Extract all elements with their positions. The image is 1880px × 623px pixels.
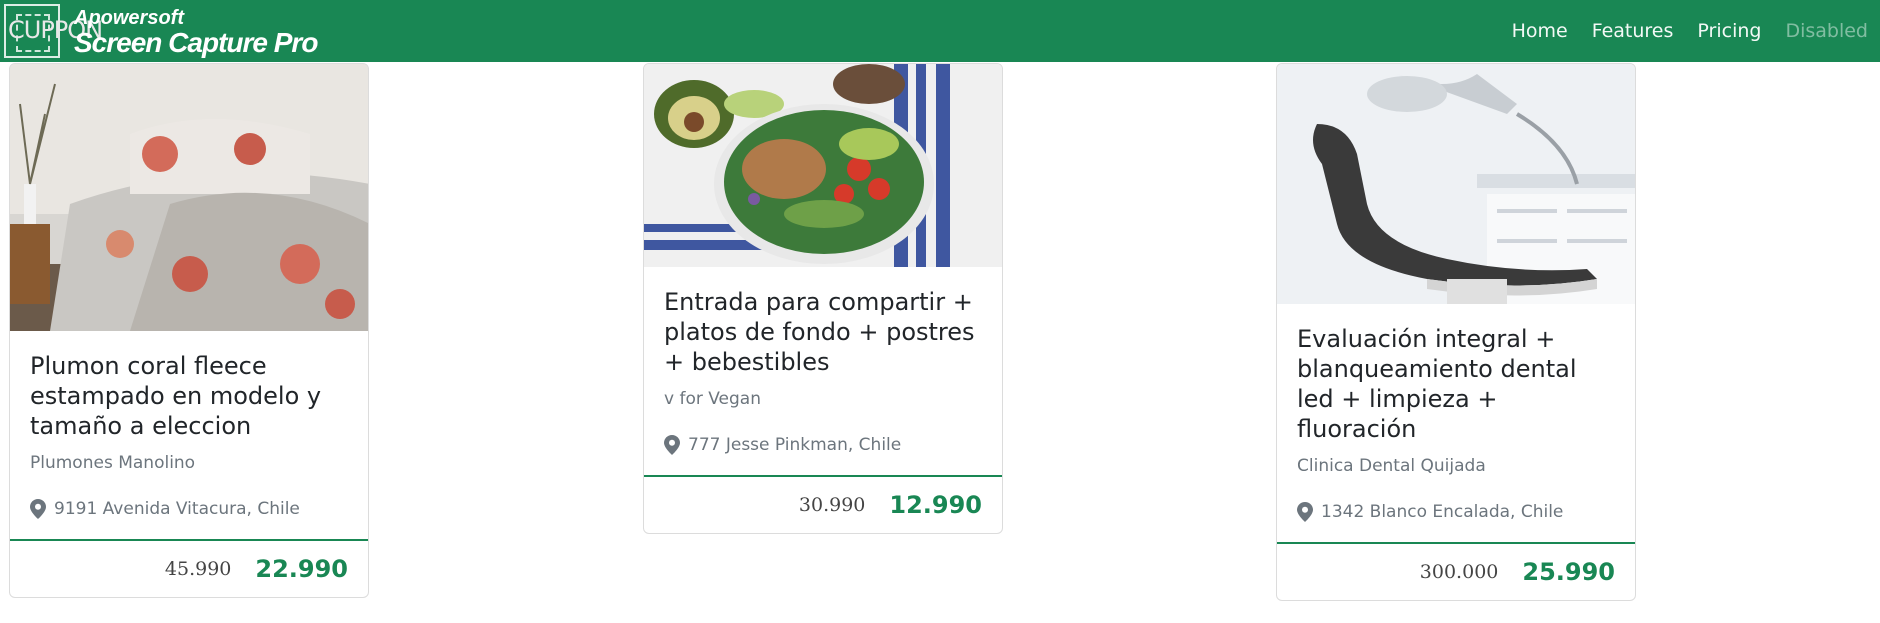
dental-image[interactable] [1277, 64, 1635, 304]
bedding-image[interactable] [10, 64, 368, 331]
price-footer: 45.990 22.990 [10, 539, 368, 597]
location: 1342 Blanco Encalada, Chile [1297, 502, 1615, 522]
nav-pricing[interactable]: Pricing [1697, 20, 1761, 42]
deal-card[interactable]: Entrada para compartir + platos de fondo… [643, 63, 1003, 534]
price-footer: 300.000 25.990 [1277, 542, 1635, 600]
location: 777 Jesse Pinkman, Chile [664, 435, 982, 455]
deal-title[interactable]: Evaluación integral + blanqueamiento den… [1297, 324, 1615, 444]
watermark: Apowersoft Screen Capture Pro [74, 7, 318, 58]
map-pin-icon [664, 435, 680, 455]
deal-title[interactable]: Entrada para compartir + platos de fondo… [664, 287, 982, 377]
bedding-photo [10, 64, 368, 331]
new-price: 12.990 [889, 491, 982, 519]
new-price: 25.990 [1522, 558, 1615, 586]
merchant-name: Plumones Manolino [30, 453, 196, 473]
map-pin-icon [1297, 502, 1313, 522]
watermark-line2: Screen Capture Pro [74, 27, 318, 58]
location-text: 777 Jesse Pinkman, Chile [688, 435, 902, 455]
nav-features[interactable]: Features [1592, 20, 1674, 42]
old-price: 30.990 [798, 494, 866, 516]
nav-disabled: Disabled [1785, 20, 1868, 42]
navbar: CUPPON Apowersoft Screen Capture Pro Hom… [0, 0, 1880, 62]
price-footer: 30.990 12.990 [644, 475, 1002, 533]
dental-chair-photo [1277, 64, 1635, 304]
merchant-name: v for Vegan [664, 389, 761, 409]
watermark-line1: Apowersoft [74, 7, 184, 29]
deal-card[interactable]: Evaluación integral + blanqueamiento den… [1276, 63, 1636, 601]
old-price: 45.990 [164, 558, 232, 580]
salad-bowl-photo [644, 64, 1002, 267]
new-price: 22.990 [255, 555, 348, 583]
location: 9191 Avenida Vitacura, Chile [30, 499, 348, 519]
nav-links: Home Features Pricing Disabled [1512, 0, 1868, 62]
location-text: 9191 Avenida Vitacura, Chile [54, 499, 300, 519]
location-text: 1342 Blanco Encalada, Chile [1321, 502, 1564, 522]
brand[interactable]: CUPPON Apowersoft Screen Capture Pro [4, 4, 318, 58]
deal-card[interactable]: Plumon coral fleece estampado en modelo … [9, 63, 369, 598]
old-price: 300.000 [1419, 561, 1499, 583]
merchant-name: Clinica Dental Quijada [1297, 456, 1486, 476]
salad-image[interactable] [644, 64, 1002, 267]
deal-title[interactable]: Plumon coral fleece estampado en modelo … [30, 351, 348, 441]
map-pin-icon [30, 499, 46, 519]
nav-home[interactable]: Home [1512, 20, 1568, 42]
